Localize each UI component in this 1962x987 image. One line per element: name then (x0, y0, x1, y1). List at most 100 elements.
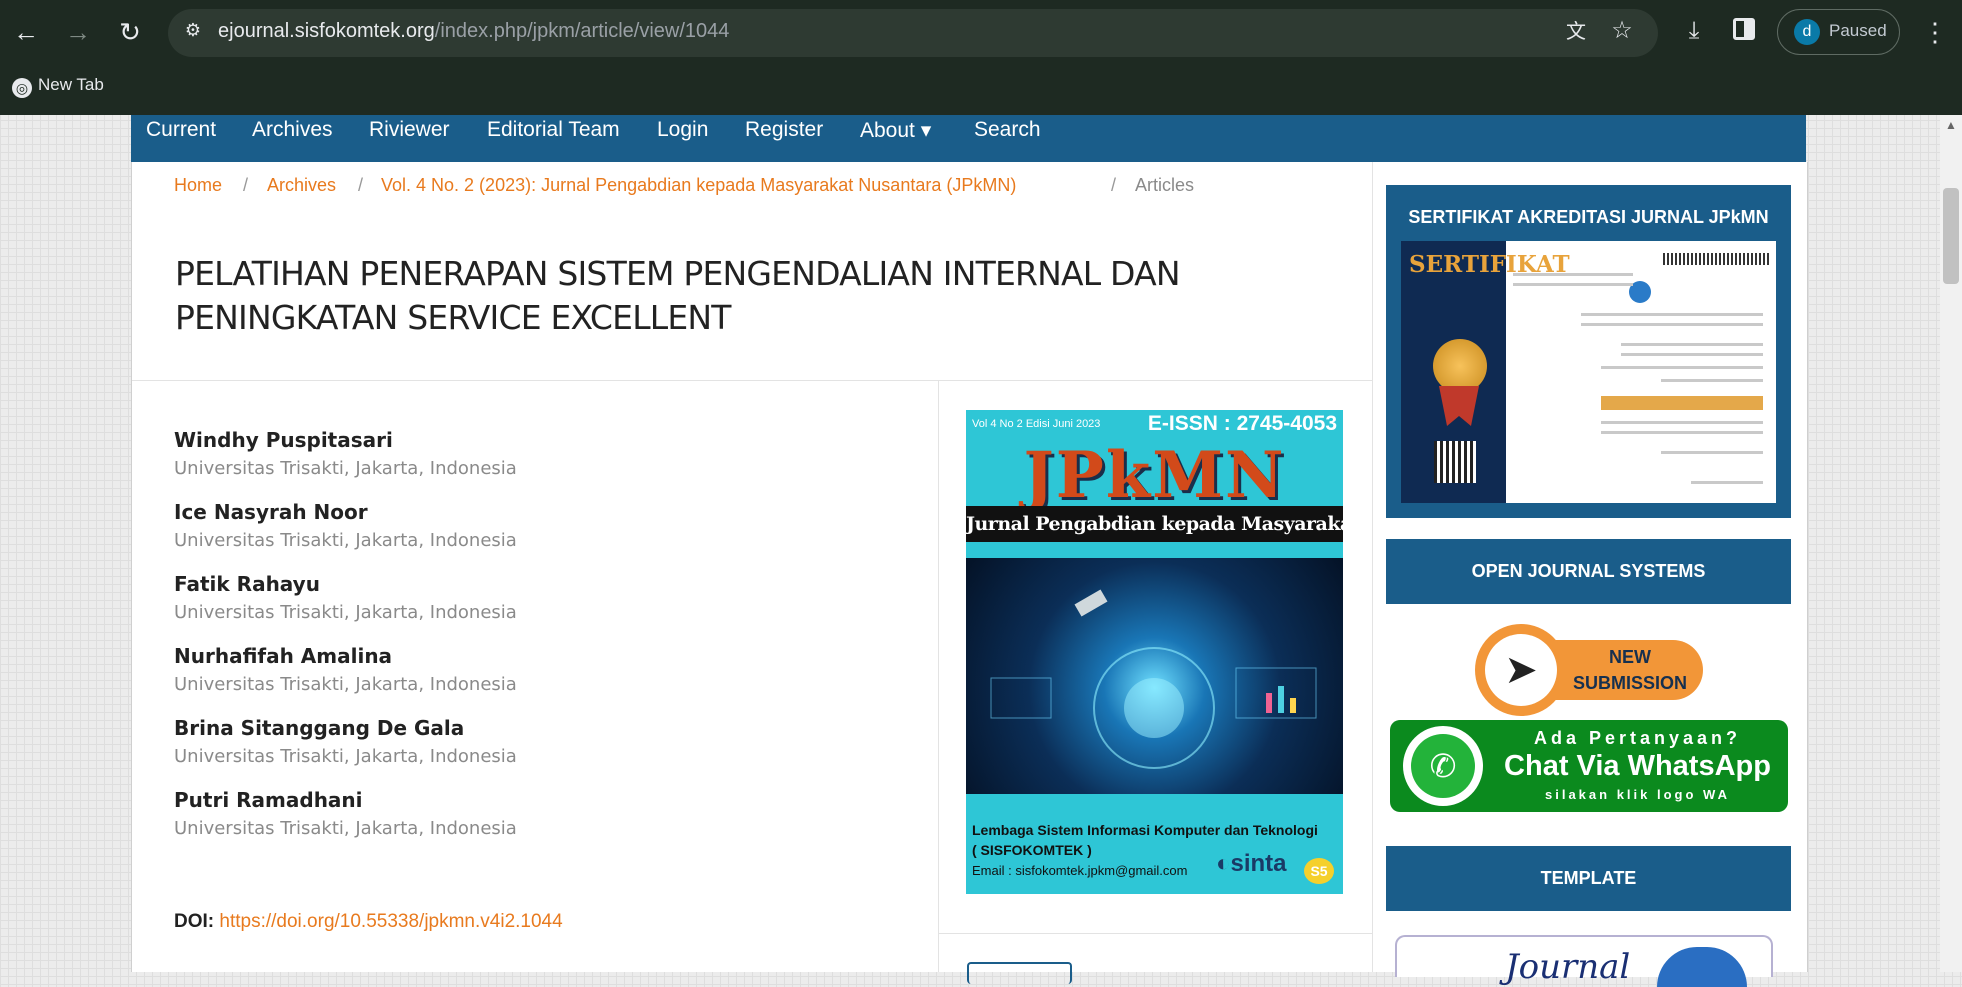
new-submission-line1: NEW (1609, 647, 1651, 667)
template-block[interactable]: TEMPLATE (1386, 846, 1791, 911)
cert-text-line (1601, 366, 1763, 369)
medal-icon (1433, 339, 1487, 393)
divider (132, 380, 1372, 381)
accreditation-title: SERTIFIKAT AKREDITASI JURNAL JPkMN (1408, 207, 1769, 227)
paper-plane-icon: ➤ (1485, 634, 1557, 706)
cert-text-line (1581, 323, 1763, 326)
whatsapp-question: Ada Pertanyaan? (1533, 728, 1742, 748)
template-image-text: Journal (1505, 947, 1631, 987)
author-affiliation: Universitas Trisakti, Jakarta, Indonesia (174, 602, 517, 623)
divider (1372, 162, 1373, 972)
url-text[interactable]: ejournal.sisfokomtek.org/index.php/jpkm/… (218, 20, 729, 43)
profile-status: Paused (1829, 21, 1887, 40)
author-affiliation: Universitas Trisakti, Jakarta, Indonesia (174, 818, 517, 839)
reload-icon[interactable]: ↻ (112, 14, 148, 50)
url-host: ejournal.sisfokomtek.org (218, 20, 435, 42)
breadcrumb-archives[interactable]: Archives (267, 175, 336, 196)
author-affiliation: Universitas Trisakti, Jakarta, Indonesia (174, 674, 517, 695)
new-submission-circle: ➤ (1475, 624, 1567, 716)
cert-rank-tag (1601, 396, 1763, 410)
cover-tech-graphic (990, 589, 1317, 769)
forward-arrow-icon[interactable]: → (60, 14, 96, 50)
cover-publisher-abbr: ( SISFOKOMTEK ) (972, 842, 1092, 858)
download-icon[interactable]: ⤓ (1679, 16, 1709, 46)
sinta-swirl-icon: ◐ (1216, 850, 1231, 877)
breadcrumb-home[interactable]: Home (174, 175, 222, 196)
nav-archives[interactable]: Archives (252, 118, 333, 142)
avatar[interactable]: d (1794, 19, 1820, 45)
whatsapp-icon: ✆ (1403, 726, 1483, 806)
divider (938, 381, 939, 972)
bookmark-star-icon[interactable]: ☆ (1607, 16, 1637, 46)
author-name: Ice Nasyrah Noor (174, 500, 368, 524)
nav-reviewer[interactable]: Riviewer (369, 118, 450, 142)
cover-email: Email : sisfokomtek.jpkm@gmail.com (972, 863, 1188, 878)
new-submission-text: NEW SUBMISSION (1555, 644, 1705, 696)
side-panel-icon[interactable] (1733, 18, 1755, 40)
sinta-level-badge: S5 (1304, 858, 1334, 884)
author-name: Windhy Puspitasari (174, 428, 393, 452)
breadcrumb-sep: / (243, 175, 249, 195)
author-affiliation: Universitas Trisakti, Jakarta, Indonesia (174, 746, 517, 767)
new-submission-button[interactable]: ➤ NEW SUBMISSION (1475, 624, 1703, 716)
journal-template-image[interactable]: Journal (1395, 935, 1773, 987)
cert-text-line (1513, 283, 1633, 286)
issue-cover-image[interactable]: Vol 4 No 2 Edisi Juni 2023 E-ISSN : 2745… (966, 410, 1343, 894)
author-name: Putri Ramadhani (174, 788, 363, 812)
divider (939, 933, 1372, 934)
cert-text-line (1513, 273, 1633, 276)
bookmarks-bar (0, 67, 1962, 115)
breadcrumb-issue[interactable]: Vol. 4 No. 2 (2023): Jurnal Pengabdian k… (381, 175, 1016, 196)
nav-register[interactable]: Register (745, 118, 823, 142)
cover-illustration (966, 558, 1343, 794)
scrollbar-thumb[interactable] (1943, 188, 1959, 284)
new-submission-line2: SUBMISSION (1572, 673, 1687, 693)
browser-menu-icon[interactable]: ⋮ (1922, 14, 1948, 50)
qr-code-icon (1434, 441, 1476, 483)
cert-text-line (1621, 343, 1763, 346)
nav-login[interactable]: Login (657, 118, 708, 142)
author-name: Fatik Rahayu (174, 572, 320, 596)
bookmark-new-tab[interactable]: ◎ New Tab (12, 75, 104, 98)
cert-text-line (1661, 451, 1763, 454)
nav-about[interactable]: About ▾ (860, 118, 931, 143)
ojs-block[interactable]: OPEN JOURNAL SYSTEMS (1386, 539, 1791, 604)
bookmark-label: New Tab (38, 75, 104, 94)
cover-issn: E-ISSN : 2745-4053 (1147, 412, 1337, 435)
template-title: TEMPLATE (1540, 868, 1637, 888)
cert-text-line (1601, 431, 1763, 434)
cert-text-line (1621, 353, 1763, 356)
site-nav: Current Archives Riviewer Editorial Team… (131, 115, 1806, 162)
nav-editorial-team[interactable]: Editorial Team (487, 118, 620, 142)
nav-search[interactable]: Search (974, 118, 1041, 142)
doi-link[interactable]: https://doi.org/10.55338/jpkmn.v4i2.1044 (219, 911, 562, 932)
doi-line: DOI: https://doi.org/10.55338/jpkmn.v4i2… (174, 911, 563, 933)
globe-icon: ◎ (12, 78, 32, 98)
breadcrumb-current: Articles (1135, 175, 1195, 195)
whatsapp-cta: Chat Via WhatsApp (1504, 750, 1771, 782)
cert-text-line (1601, 421, 1763, 424)
translate-icon[interactable]: 文 (1562, 18, 1590, 46)
cert-text-line (1691, 481, 1763, 484)
scroll-up-arrow-icon[interactable]: ▲ (1944, 118, 1958, 132)
breadcrumb-sep: / (1111, 175, 1117, 195)
nav-current[interactable]: Current (146, 118, 216, 142)
accreditation-certificate-image[interactable]: SERTIFIKAT (1401, 241, 1776, 503)
cover-journal-name: Jurnal Pengabdian kepada Masyarakat Nusa… (966, 506, 1343, 542)
site-info-icon[interactable]: ⚙ (182, 19, 204, 41)
article-title: PELATIHAN PENERAPAN SISTEM PENGENDALIAN … (175, 254, 1181, 337)
back-arrow-icon[interactable]: ← (8, 14, 44, 50)
sinta-logo: ◐sinta (1216, 850, 1287, 878)
url-path: /index.php/jpkm/article/view/1044 (434, 20, 730, 42)
author-affiliation: Universitas Trisakti, Jakarta, Indonesia (174, 458, 517, 479)
cert-text-line (1581, 313, 1763, 316)
doi-label: DOI: (174, 911, 215, 932)
author-name: Brina Sitanggang De Gala (174, 716, 465, 740)
whatsapp-chat-banner[interactable]: ✆ Ada Pertanyaan? Chat Via WhatsApp sila… (1390, 720, 1788, 812)
template-swirl-graphic (1657, 947, 1747, 987)
sinta-text: sinta (1230, 850, 1287, 877)
barcode-icon (1663, 253, 1771, 265)
author-name: Nurhafifah Amalina (174, 644, 393, 668)
pdf-download-button[interactable] (967, 962, 1072, 984)
cover-volume: Vol 4 No 2 Edisi Juni 2023 (972, 418, 1101, 430)
